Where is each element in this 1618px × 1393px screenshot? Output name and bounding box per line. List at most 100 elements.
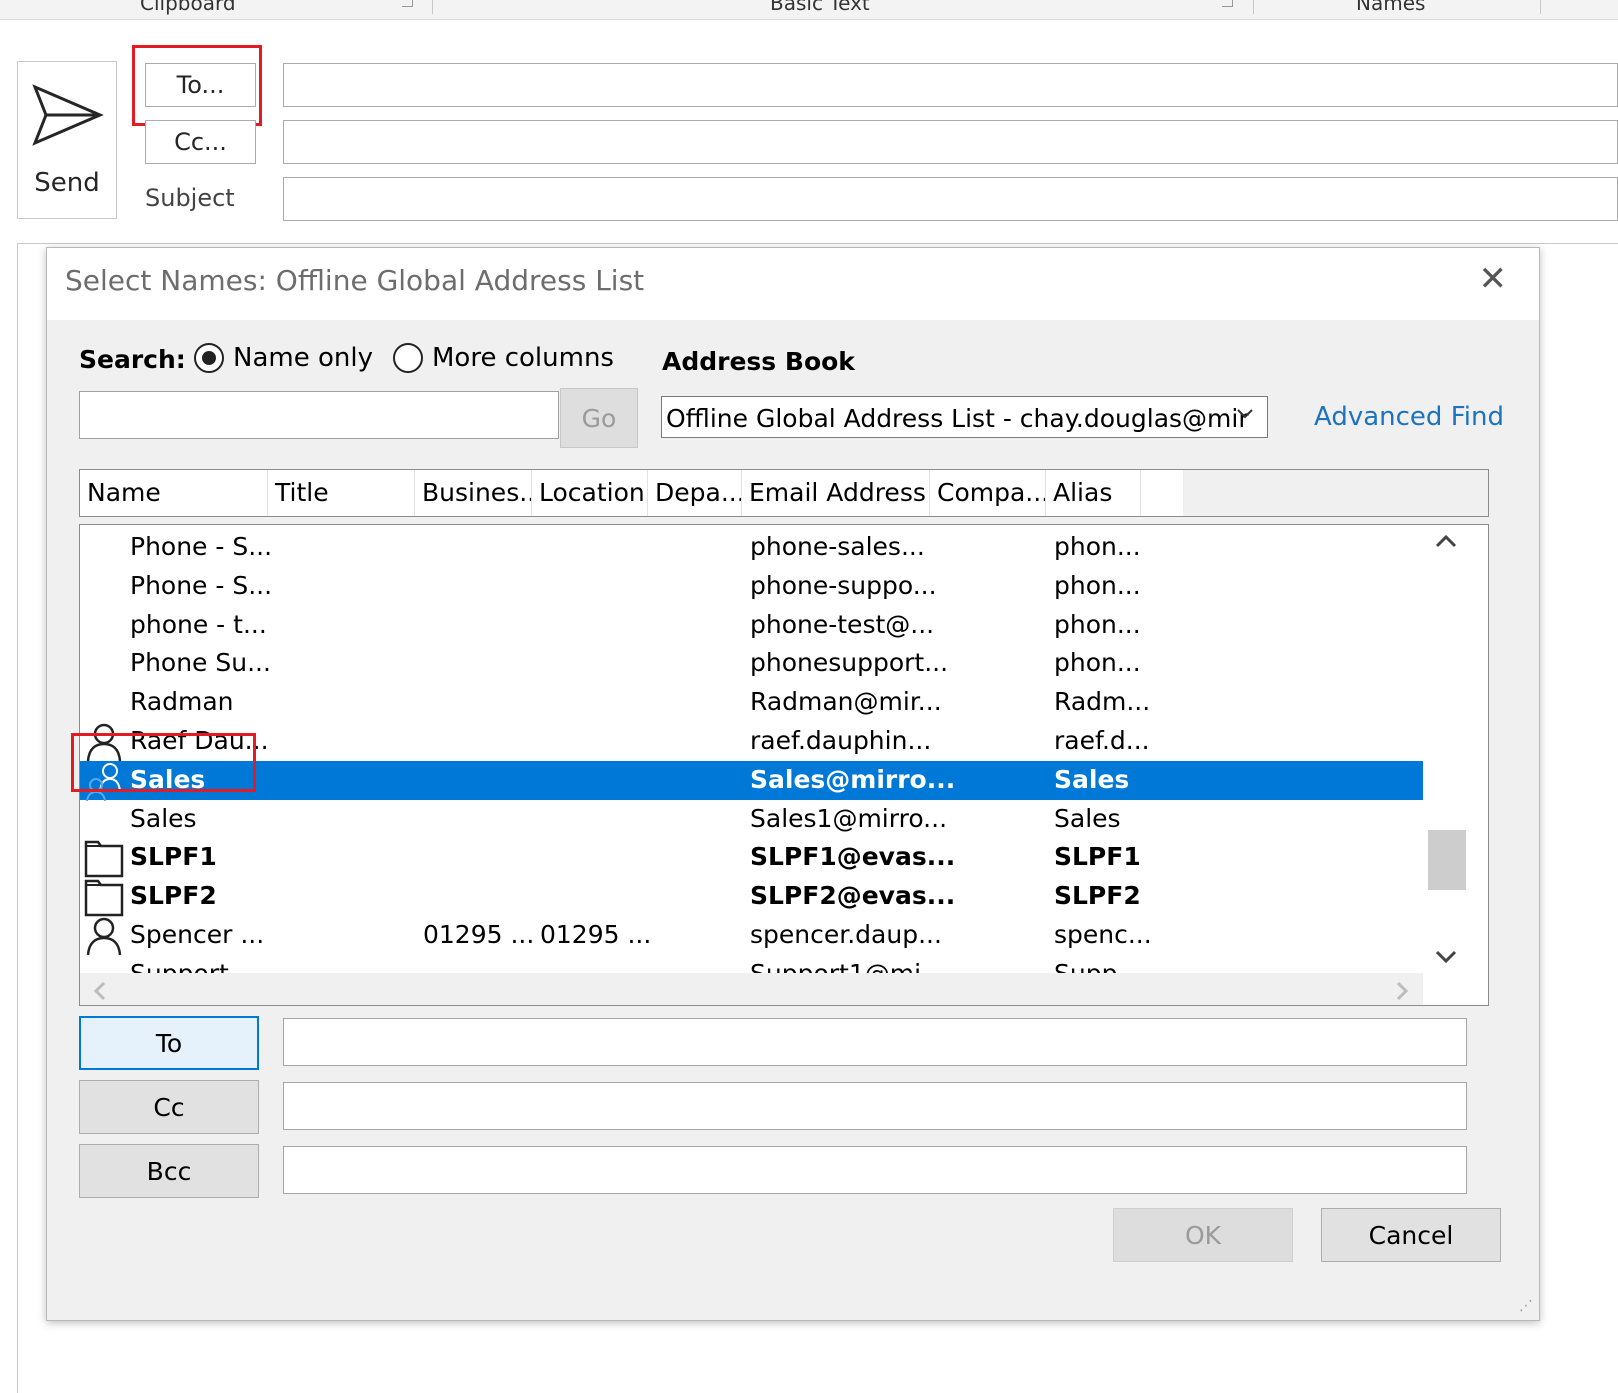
ribbon-separator xyxy=(1253,0,1254,14)
column-email[interactable]: Email Address xyxy=(742,470,930,516)
go-button[interactable]: Go xyxy=(560,388,638,448)
list-item[interactable]: Phone - S... phone-sales... phon... xyxy=(80,528,1423,567)
column-header: Name Title Busines... Location Depa... E… xyxy=(79,469,1489,517)
column-header-fill xyxy=(1183,470,1488,516)
list-item[interactable]: Sales Sales1@mirro... Sales xyxy=(80,800,1423,839)
to-recipients-field[interactable] xyxy=(283,1018,1467,1066)
close-icon[interactable]: ✕ xyxy=(1479,262,1508,296)
cell-alias: phon... xyxy=(1054,532,1141,561)
cell-name: Phone - S... xyxy=(130,532,273,561)
address-list: Phone - S... phone-sales... phon... Phone -… xyxy=(79,524,1489,1006)
person-icon xyxy=(84,916,124,956)
cell-name: phone - t... xyxy=(130,609,267,639)
cell-alias: spenc... xyxy=(1054,920,1152,949)
cell-alias: SLPF1 xyxy=(1054,842,1141,872)
list-item[interactable]: Spencer ... 01295 ... 01295 ... spencer.dau… xyxy=(80,916,1423,956)
cell-alias: raef.d... xyxy=(1054,726,1150,755)
message-body-border xyxy=(17,244,18,1393)
list-item[interactable]: SLPF2 SLPF2@evas... SLPF2 xyxy=(80,877,1423,917)
scroll-up-icon[interactable] xyxy=(1425,529,1467,561)
vertical-scroll-thumb[interactable] xyxy=(1428,830,1466,890)
cell-name: Sales xyxy=(130,803,197,833)
list-item-selected[interactable]: Sales Sales@mirro... Sales xyxy=(80,760,1423,801)
list-item[interactable]: Raef Dau... raef.dauphin... raef.d... xyxy=(80,722,1423,762)
ok-button[interactable]: OK xyxy=(1113,1208,1293,1262)
radio-more-columns[interactable] xyxy=(393,343,423,373)
list-item[interactable]: Phone Su... phonesupport... phon... xyxy=(80,644,1423,683)
ribbon-group-basic-text: Basic Text xyxy=(770,0,870,15)
column-location[interactable]: Location xyxy=(532,470,648,516)
dialog-titlebar: Select Names: Offline Global Address Lis… xyxy=(47,248,1539,320)
cell-name: Phone Su... xyxy=(130,648,271,678)
message-body-border xyxy=(17,243,1618,244)
compose-cc-button[interactable]: Cc... xyxy=(145,120,256,164)
clipboard-launcher-icon[interactable] xyxy=(402,0,413,7)
advanced-find-link[interactable]: Advanced Find xyxy=(1314,402,1504,432)
scroll-down-icon[interactable] xyxy=(1425,943,1467,975)
cell-email: phonesupport... xyxy=(750,648,949,678)
scroll-right-icon[interactable] xyxy=(1390,979,1414,1003)
radio-name-only[interactable] xyxy=(194,343,224,373)
cell-alias: Supp... xyxy=(1054,959,1141,973)
compose-cc-field[interactable] xyxy=(283,120,1618,164)
search-label: Search: xyxy=(79,345,186,374)
dialog-title: Select Names: Offline Global Address Lis… xyxy=(65,264,645,297)
cell-email: phone-test@... xyxy=(750,609,935,639)
list-item[interactable]: Support Support1@mi... Supp... xyxy=(80,955,1423,973)
annotation-highlight-to xyxy=(132,45,262,126)
list-item[interactable]: phone - t... phone-test@... phon... xyxy=(80,606,1423,645)
column-name[interactable]: Name xyxy=(80,470,268,516)
cell-email: spencer.daup... xyxy=(750,920,942,949)
compose-subject-field[interactable] xyxy=(283,177,1618,221)
cell-email: Support1@mi... xyxy=(750,959,945,973)
list-item[interactable]: SLPF1 SLPF1@evas... SLPF1 xyxy=(80,838,1423,878)
search-input[interactable] xyxy=(79,391,559,439)
cell-alias: phon... xyxy=(1054,609,1141,639)
resize-grip-icon[interactable]: ⋰ xyxy=(1519,1298,1533,1314)
cancel-button[interactable]: Cancel xyxy=(1321,1208,1501,1262)
cell-name: Spencer ... xyxy=(130,920,265,949)
address-book-value: Offline Global Address List - chay.dougl… xyxy=(666,404,1249,433)
radio-name-only-label: Name only xyxy=(233,343,373,373)
horizontal-scrollbar[interactable] xyxy=(80,973,1423,1005)
folder-icon xyxy=(84,838,124,878)
folder-icon xyxy=(84,877,124,917)
ribbon-separator xyxy=(1540,0,1541,14)
compose-to-field[interactable] xyxy=(283,63,1618,107)
radio-more-columns-label: More columns xyxy=(432,343,614,373)
select-names-dialog: Select Names: Offline Global Address Lis… xyxy=(46,247,1540,1321)
cell-alias: Radm... xyxy=(1054,687,1151,717)
send-button[interactable]: Send xyxy=(17,61,117,219)
cell-name: SLPF2 xyxy=(130,881,217,911)
cc-recipients-button[interactable]: Cc xyxy=(79,1080,259,1134)
column-business[interactable]: Busines... xyxy=(415,470,532,516)
ribbon-separator xyxy=(432,0,433,14)
to-recipients-button[interactable]: To xyxy=(79,1016,259,1070)
list-item[interactable]: Phone - S... phone-suppo... phon... xyxy=(80,567,1423,606)
column-alias[interactable]: Alias xyxy=(1046,470,1141,516)
cell-name: SLPF1 xyxy=(130,842,217,872)
cell-email: Radman@mir... xyxy=(750,687,942,717)
column-empty xyxy=(1141,470,1183,516)
column-title[interactable]: Title xyxy=(268,470,415,516)
subject-label: Subject xyxy=(145,184,235,212)
cc-recipients-field[interactable] xyxy=(283,1082,1467,1130)
cell-email: raef.dauphin... xyxy=(750,726,932,755)
bcc-recipients-field[interactable] xyxy=(283,1146,1467,1194)
column-company[interactable]: Compa... xyxy=(930,470,1046,516)
cell-email: SLPF2@evas... xyxy=(750,881,956,911)
send-label: Send xyxy=(34,168,100,198)
scroll-left-icon[interactable] xyxy=(88,979,112,1003)
ribbon-group-clipboard: Clipboard xyxy=(140,0,236,15)
vertical-scrollbar[interactable] xyxy=(1425,525,1467,973)
basic-text-launcher-icon[interactable] xyxy=(1222,0,1233,7)
cell-alias: Sales xyxy=(1054,803,1121,833)
address-book-select[interactable]: Offline Global Address List - chay.dougl… xyxy=(661,396,1268,438)
list-item[interactable]: Radman Radman@mir... Radm... xyxy=(80,683,1423,722)
bcc-recipients-button[interactable]: Bcc xyxy=(79,1144,259,1198)
column-department[interactable]: Depa... xyxy=(648,470,742,516)
cell-email: phone-suppo... xyxy=(750,570,937,600)
cell-name: Support xyxy=(130,959,229,973)
cell-alias: Sales xyxy=(1054,764,1130,794)
cell-alias: phon... xyxy=(1054,648,1141,678)
